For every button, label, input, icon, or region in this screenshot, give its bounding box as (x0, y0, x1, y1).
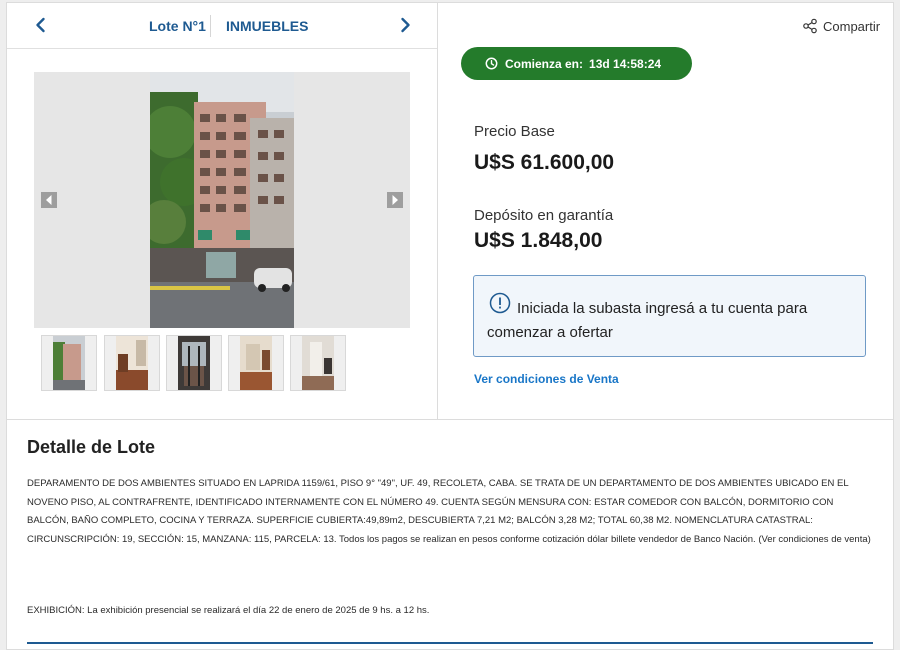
countdown-badge: Comienza en: 13d 14:58:24 (461, 47, 692, 80)
thumbnail-interior-image (116, 336, 148, 390)
auction-lot-page: Lote N°1 INMUEBLES Compartir Comienza en… (0, 0, 900, 650)
lot-category[interactable]: INMUEBLES (226, 18, 308, 34)
clock-icon (485, 57, 498, 70)
lot-number: Lote N°1 (149, 18, 206, 34)
caret-left-icon (46, 195, 52, 205)
auction-notice: Iniciada la subasta ingresá a tu cuenta … (473, 275, 866, 357)
chevron-right-icon (401, 17, 410, 33)
deposit-label: Depósito en garantía (474, 207, 614, 224)
thumbnail-room-image (240, 336, 272, 390)
lot-detail-section: Detalle de Lote DEPARAMENTO DE DOS AMBIE… (6, 420, 894, 650)
detail-description: DEPARAMENTO DE DOS AMBIENTES SITUADO EN … (27, 478, 871, 545)
section-divider (27, 642, 873, 644)
countdown-value: 13d 14:58:24 (589, 56, 662, 71)
detail-exhibition: EXHIBICIÓN: La exhibición presencial se … (27, 605, 430, 616)
lot-gallery-card: Lote N°1 INMUEBLES (6, 2, 438, 420)
detail-title: Detalle de Lote (27, 437, 156, 457)
gallery-next-button[interactable] (387, 192, 403, 208)
notice-line-1: Iniciada la subasta ingresá a tu cuenta … (517, 300, 808, 317)
thumbnail-balcony-image (178, 336, 210, 390)
thumbnail-4[interactable] (228, 335, 284, 391)
thumbnail-2[interactable] (104, 335, 160, 391)
caret-right-icon (392, 195, 398, 205)
thumbnail-1[interactable] (41, 335, 97, 391)
thumbnail-building-image (53, 336, 85, 390)
notice-line-2: comenzar a ofertar (487, 324, 613, 341)
nav-divider (210, 15, 211, 37)
thumbnail-5[interactable] (290, 335, 346, 391)
photo-gallery (34, 72, 410, 328)
base-price-value: U$S 61.600,00 (474, 151, 615, 174)
info-icon (489, 292, 511, 314)
building-photo[interactable] (150, 72, 294, 328)
building-image (150, 72, 294, 328)
share-label: Compartir (823, 18, 881, 34)
gallery-previous-button[interactable] (41, 192, 57, 208)
sale-conditions-link[interactable]: Ver condiciones de Venta (474, 372, 619, 386)
share-icon (803, 18, 817, 34)
thumbnail-3[interactable] (166, 335, 222, 391)
countdown-label: Comienza en: (505, 56, 584, 71)
previous-lot-button[interactable] (31, 15, 51, 35)
next-lot-button[interactable] (395, 15, 415, 35)
thumbnail-hallway-image (302, 336, 334, 390)
lot-pricing-card: Compartir Comienza en: 13d 14:58:24 Prec… (438, 2, 894, 420)
chevron-left-icon (36, 17, 45, 33)
thumbnail-strip (41, 335, 361, 391)
base-price-label: Precio Base (474, 123, 555, 140)
lot-navigation: Lote N°1 INMUEBLES (7, 3, 437, 49)
deposit-value: U$S 1.848,00 (474, 229, 603, 252)
share-button[interactable]: Compartir (802, 17, 880, 35)
